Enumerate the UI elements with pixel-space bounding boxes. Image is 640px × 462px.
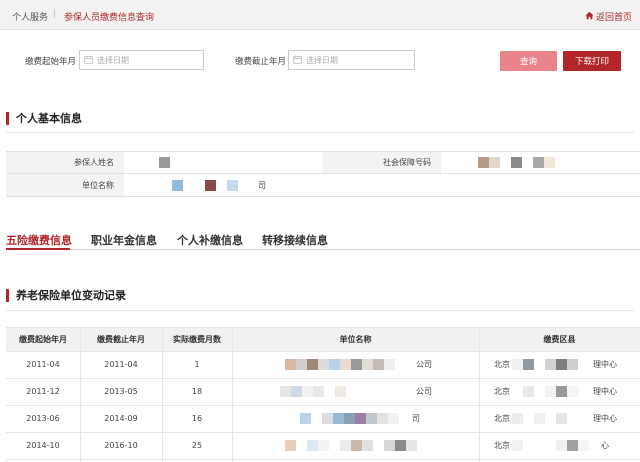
back-home-label: 返回首页 (595, 13, 632, 23)
grid-line (6, 196, 640, 197)
employer-suffix: 司 (258, 181, 266, 190)
cell-company-suffix: 公司 (416, 360, 432, 369)
breadcrumb-separator: | (53, 9, 57, 19)
tab-occupational-annuity[interactable]: 职业年金信息 (91, 232, 157, 248)
start-date-placeholder: 选择日期 (97, 55, 129, 65)
tab-supplementary-payment[interactable]: 个人补缴信息 (177, 232, 243, 248)
records-title: 养老保险单位变动记录 (6, 287, 126, 303)
redacted-district (512, 413, 578, 424)
tab-baseline (6, 249, 640, 250)
employer-value: 司 (124, 174, 640, 196)
name-redaction (159, 157, 170, 168)
cell-months: 16 (191, 414, 203, 423)
cell-months: 25 (191, 441, 203, 450)
cell-district-prefix: 北京 (494, 414, 510, 423)
cell-months: 1 (194, 360, 200, 369)
redacted-company (300, 413, 399, 424)
cell-district-suffix: 理中心 (593, 360, 617, 369)
column-header: 缴费区县 (479, 327, 640, 351)
ssn-redaction (478, 157, 555, 168)
table-border (6, 459, 640, 460)
cell-start: 2013-06 (26, 414, 60, 423)
records-title-text: 养老保险单位变动记录 (16, 289, 126, 302)
table-border (6, 432, 640, 433)
cell-end: 2013-05 (104, 387, 138, 396)
cell-months: 18 (191, 387, 203, 396)
grid-line (6, 151, 640, 152)
cell-company-suffix: 司 (412, 414, 420, 423)
table-border (6, 378, 640, 379)
redacted-district (512, 386, 578, 397)
table-border (6, 327, 640, 328)
table-border (6, 405, 640, 406)
start-date-input[interactable]: 选择日期 (79, 50, 204, 70)
basic-info-title: 个人基本信息 (6, 110, 82, 126)
cell-district-suffix: 心 (601, 441, 609, 450)
redacted-district (512, 359, 578, 370)
ssn-value (441, 151, 640, 173)
section-marker (6, 288, 9, 302)
employer-label: 单位名称 (6, 174, 124, 196)
redacted-company (285, 359, 395, 370)
active-tab-indicator (6, 248, 70, 250)
cell-start: 2011-12 (26, 387, 60, 396)
cell-end: 2011-04 (104, 360, 138, 369)
table-border (80, 327, 81, 462)
name-label: 参保人姓名 (6, 151, 124, 173)
column-header: 缴费起始年月 (6, 327, 80, 351)
column-header: 单位名称 (232, 327, 479, 351)
calendar-icon (293, 55, 302, 66)
back-home-link[interactable]: 返回首页 (585, 10, 632, 23)
cell-district-prefix: 北京 (494, 360, 510, 369)
start-date-label: 缴费起始年月 (25, 57, 77, 67)
download-print-button[interactable]: 下载打印 (563, 51, 621, 71)
column-header: 实际缴费月数 (162, 327, 232, 351)
cell-company-suffix: 公司 (416, 387, 432, 396)
table-border (6, 351, 640, 352)
basic-info-title-text: 个人基本信息 (16, 112, 82, 125)
end-date-label: 缴费截止年月 (235, 57, 287, 67)
tab-transfer[interactable]: 转移接续信息 (262, 232, 328, 248)
section-divider (6, 310, 634, 311)
breadcrumb-home[interactable]: 个人服务 (12, 10, 48, 23)
employer-redaction (172, 180, 249, 191)
end-date-placeholder: 选择日期 (306, 55, 338, 65)
name-value (124, 151, 323, 173)
redacted-company (280, 386, 346, 397)
column-header: 缴费截止年月 (80, 327, 162, 351)
cell-end: 2016-10 (104, 441, 138, 450)
home-icon (585, 11, 594, 23)
query-button[interactable]: 查询 (500, 51, 557, 71)
ssn-label: 社会保障号码 (323, 151, 441, 173)
section-divider (6, 132, 634, 133)
cell-district-suffix: 理中心 (593, 414, 617, 423)
cell-district-prefix: 北京 (494, 387, 510, 396)
section-marker (6, 111, 9, 125)
cell-end: 2014-09 (104, 414, 138, 423)
cell-start: 2014-10 (26, 441, 60, 450)
table-border (232, 327, 233, 462)
redacted-district (512, 440, 589, 451)
grid-line (6, 173, 640, 174)
tab-five-insurance[interactable]: 五险缴费信息 (6, 232, 72, 248)
redacted-company (285, 440, 417, 451)
cell-district-prefix: 北京 (494, 441, 510, 450)
breadcrumb-current: 参保人员缴费信息查询 (64, 13, 155, 23)
table-border (479, 327, 480, 462)
breadcrumb-bar: 个人服务 | 参保人员缴费信息查询 返回首页 (0, 0, 640, 30)
cell-start: 2011-04 (26, 360, 60, 369)
table-border (162, 327, 163, 462)
cell-district-suffix: 理中心 (593, 387, 617, 396)
end-date-input[interactable]: 选择日期 (288, 50, 415, 70)
calendar-icon (84, 55, 93, 66)
